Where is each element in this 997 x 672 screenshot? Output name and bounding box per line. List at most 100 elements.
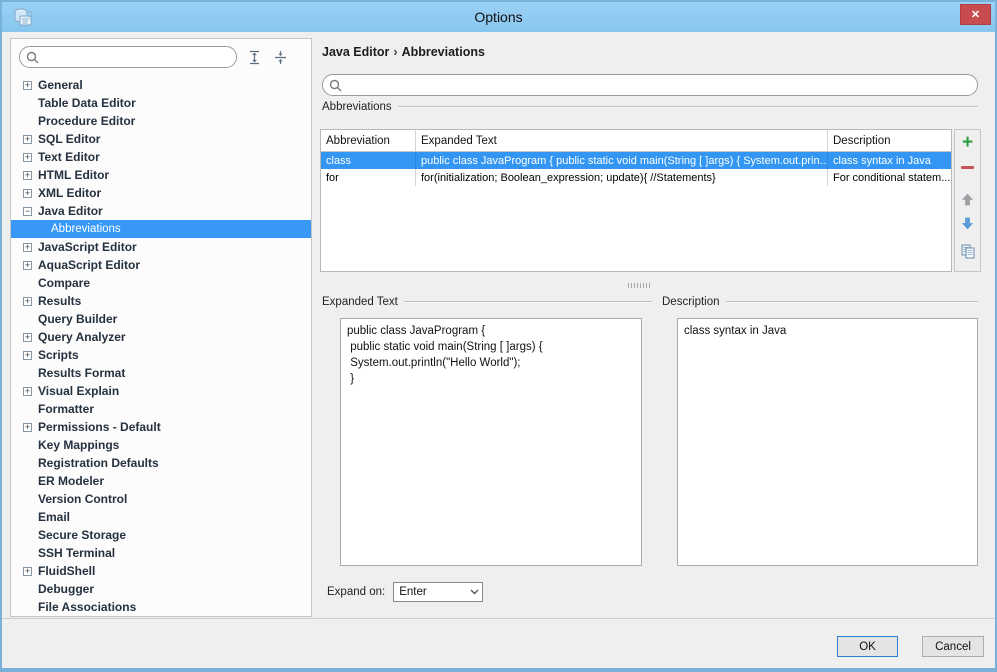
remove-abbreviation-button[interactable] xyxy=(959,158,977,176)
sidebar-item-query-builder[interactable]: Query Builder xyxy=(11,310,311,328)
sidebar-item-xml-editor[interactable]: + XML Editor xyxy=(11,184,311,202)
title-bar[interactable]: Options ✕ xyxy=(2,2,995,32)
expand-icon[interactable]: + xyxy=(23,260,32,270)
breadcrumb-separator: › xyxy=(393,45,398,59)
column-header-expanded-text[interactable]: Expanded Text xyxy=(416,130,828,151)
sidebar-item-email[interactable]: Email xyxy=(11,508,311,526)
abbreviations-table: Abbreviation Expanded Text Description c… xyxy=(320,129,952,272)
sidebar-item-compare[interactable]: Compare xyxy=(11,274,311,292)
expand-on-label: Expand on: xyxy=(327,586,386,598)
sidebar-item-table-data-editor[interactable]: Table Data Editor xyxy=(11,94,311,112)
expand-icon[interactable]: + xyxy=(23,350,32,360)
sidebar-item-label: File Associations xyxy=(38,600,137,614)
sidebar-item-label: Compare xyxy=(38,276,91,290)
sidebar-item-results[interactable]: + Results xyxy=(11,292,311,310)
sidebar-item-version-control[interactable]: Version Control xyxy=(11,490,311,508)
sidebar-item-html-editor[interactable]: + HTML Editor xyxy=(11,166,311,184)
cancel-button[interactable]: Cancel xyxy=(922,636,984,657)
expand-on-select[interactable]: Enter xyxy=(393,582,484,602)
table-row-class[interactable]: class public class JavaProgram { public s… xyxy=(321,152,951,169)
cell-description: For conditional statem... xyxy=(833,171,951,184)
sidebar-item-results-format[interactable]: Results Format xyxy=(11,364,311,382)
breadcrumb-current: Abbreviations xyxy=(401,45,485,59)
arrow-up-icon xyxy=(961,193,974,205)
abbreviation-filter-row xyxy=(322,74,978,96)
options-dialog: Options ✕ + General Table Data Editor Pr… xyxy=(0,0,997,672)
sidebar-item-formatter[interactable]: Formatter xyxy=(11,400,311,418)
expand-icon[interactable]: + xyxy=(23,332,32,342)
expand-icon[interactable]: + xyxy=(23,80,32,90)
abbreviation-search-box[interactable] xyxy=(322,74,978,96)
column-header-abbreviation[interactable]: Abbreviation xyxy=(321,130,416,151)
expand-icon[interactable]: + xyxy=(23,152,32,162)
sidebar-item-ssh-terminal[interactable]: SSH Terminal xyxy=(11,544,311,562)
sidebar-item-registration-defaults[interactable]: Registration Defaults xyxy=(11,454,311,472)
abbreviation-search-input[interactable] xyxy=(342,76,977,94)
close-button[interactable]: ✕ xyxy=(960,4,991,25)
sidebar-item-debugger[interactable]: Debugger xyxy=(11,580,311,598)
sidebar-item-secure-storage[interactable]: Secure Storage xyxy=(11,526,311,544)
expand-icon[interactable]: + xyxy=(23,188,32,198)
sidebar-item-scripts[interactable]: + Scripts xyxy=(11,346,311,364)
sidebar-item-er-modeler[interactable]: ER Modeler xyxy=(11,472,311,490)
sidebar-item-label: SSH Terminal xyxy=(38,546,116,560)
sidebar-item-fluidshell[interactable]: + FluidShell xyxy=(11,562,311,580)
sidebar-item-aquascript-editor[interactable]: + AquaScript Editor xyxy=(11,256,311,274)
sidebar-item-label: Key Mappings xyxy=(38,438,120,452)
cell-abbreviation: class xyxy=(321,152,416,169)
collapse-all-icon[interactable] xyxy=(271,48,289,66)
sidebar-item-file-associations[interactable]: File Associations xyxy=(11,598,311,616)
sidebar-search-box[interactable] xyxy=(19,46,237,68)
chevron-down-icon xyxy=(466,589,482,595)
sidebar-item-general[interactable]: + General xyxy=(11,76,311,94)
expand-icon[interactable]: + xyxy=(23,170,32,180)
copy-icon xyxy=(961,244,974,259)
copy-button[interactable] xyxy=(959,242,977,260)
collapse-icon[interactable]: − xyxy=(23,206,32,216)
sidebar-item-text-editor[interactable]: + Text Editor xyxy=(11,148,311,166)
description-editor[interactable]: class syntax in Java xyxy=(677,318,978,566)
sidebar-item-label: XML Editor xyxy=(38,186,102,200)
sidebar-item-label: ER Modeler xyxy=(38,474,105,488)
cell-expanded-text: public class JavaProgram { public static… xyxy=(416,152,828,169)
sidebar-item-abbreviations[interactable]: Abbreviations xyxy=(11,220,311,238)
splitter-grip[interactable] xyxy=(628,283,652,288)
sidebar-item-query-analyzer[interactable]: + Query Analyzer xyxy=(11,328,311,346)
sidebar-item-visual-explain[interactable]: + Visual Explain xyxy=(11,382,311,400)
sidebar-item-label: FluidShell xyxy=(38,564,96,578)
expand-icon[interactable]: + xyxy=(23,134,32,144)
sidebar-item-label: Abbreviations xyxy=(51,223,121,235)
expand-icon[interactable]: + xyxy=(23,296,32,306)
sidebar-item-procedure-editor[interactable]: Procedure Editor xyxy=(11,112,311,130)
expanded-text-group-label: Expanded Text xyxy=(322,296,398,308)
expand-icon[interactable]: + xyxy=(23,422,32,432)
table-body: class public class JavaProgram { public s… xyxy=(321,152,951,186)
sidebar-search-input[interactable] xyxy=(39,48,236,66)
expand-all-icon[interactable] xyxy=(245,48,263,66)
sidebar-item-label: Text Editor xyxy=(38,150,100,164)
sidebar-item-label: Procedure Editor xyxy=(38,114,136,128)
search-icon xyxy=(26,51,39,64)
sidebar-item-sql-editor[interactable]: + SQL Editor xyxy=(11,130,311,148)
expand-icon[interactable]: + xyxy=(23,242,32,252)
sidebar-item-javascript-editor[interactable]: + JavaScript Editor xyxy=(11,238,311,256)
sidebar-item-permissions-default[interactable]: + Permissions - Default xyxy=(11,418,311,436)
expand-icon[interactable]: + xyxy=(23,386,32,396)
expand-on-row: Expand on: Enter xyxy=(327,582,484,602)
expand-icon[interactable]: + xyxy=(23,566,32,576)
move-up-button[interactable] xyxy=(959,190,977,208)
cell-description: class syntax in Java xyxy=(833,154,931,167)
ok-button[interactable]: OK xyxy=(837,636,898,657)
group-divider xyxy=(397,106,978,108)
expanded-text-editor[interactable]: public class JavaProgram { public static… xyxy=(340,318,642,566)
column-header-description[interactable]: Description xyxy=(828,130,951,151)
table-row-for[interactable]: for for(initialization; Boolean_expressio… xyxy=(321,169,951,186)
sidebar-item-key-mappings[interactable]: Key Mappings xyxy=(11,436,311,454)
breadcrumb-parent: Java Editor xyxy=(322,45,390,59)
add-abbreviation-button[interactable]: + xyxy=(959,133,977,152)
sidebar-item-label: AquaScript Editor xyxy=(38,258,141,272)
options-tree: + General Table Data Editor Procedure Edito… xyxy=(11,76,311,616)
move-down-button[interactable] xyxy=(959,214,977,232)
abbreviations-group-label: Abbreviations xyxy=(322,101,392,113)
sidebar-item-java-editor[interactable]: − Java Editor xyxy=(11,202,311,220)
